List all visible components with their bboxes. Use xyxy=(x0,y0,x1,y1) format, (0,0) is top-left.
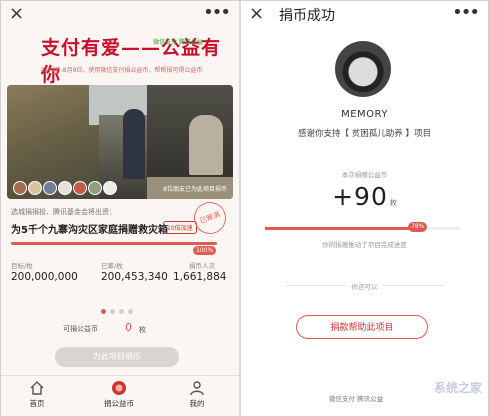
carousel-dot[interactable] xyxy=(128,309,133,314)
friend-avatar xyxy=(13,181,27,195)
donation-success-panel: × 捐币成功 ••• MEMORY 感谢你支持【 贫困孤儿助养 】项目 本次捐赠… xyxy=(241,1,488,416)
project-progress-badge: 78% xyxy=(408,222,428,232)
donated-coins-amount: +90 枚 xyxy=(241,182,488,211)
username: MEMORY xyxy=(341,109,388,120)
donated-coins-value: +90 xyxy=(332,182,388,211)
photo-person xyxy=(123,109,145,179)
carousel-dot-active[interactable] xyxy=(101,309,106,314)
friend-avatar xyxy=(43,181,57,195)
bottom-tab-bar: 首页 捐公益币 我的 xyxy=(1,375,239,416)
separator-text: 你还可以 xyxy=(351,283,378,291)
right-top-bar: × 捐币成功 ••• xyxy=(241,1,488,29)
page-title: 捐币成功 xyxy=(279,8,335,24)
project-title[interactable]: 为5千个九寨沟灾区家庭捐赠救灾箱 xyxy=(11,221,168,236)
tab-donate-coins[interactable]: 捐公益币 xyxy=(89,380,149,409)
friend-avatars xyxy=(13,181,118,195)
project-progress-fill xyxy=(265,227,418,230)
raised-label: 已筹/枚 xyxy=(101,262,123,270)
goal-value: 200,000,000 xyxy=(11,271,78,283)
project-photo[interactable]: 8位朋友已为此项目捐币 xyxy=(7,85,233,199)
available-coins-label: 可捐公益币 xyxy=(63,325,98,333)
donated-coins-unit: 枚 xyxy=(389,199,397,207)
user-icon xyxy=(190,381,204,396)
home-icon xyxy=(30,381,44,395)
raised-value: 200,453,340 xyxy=(101,271,168,283)
avatar xyxy=(335,41,391,97)
donate-coins-button[interactable]: 为此项目捐币 xyxy=(55,347,179,367)
project-progress-badge: 100% xyxy=(193,246,217,255)
project-page-panel: × ••• 支付有爱——公益有你 微信支付 腾讯公益 8月9日-8月9日，使用微… xyxy=(1,1,239,416)
donate-money-button[interactable]: 捐款帮助此项目 xyxy=(296,315,428,339)
close-icon[interactable]: × xyxy=(249,4,264,24)
goal-label: 目标/枚 xyxy=(11,262,33,270)
friend-avatar xyxy=(103,181,117,195)
thanks-message: 感谢你支持【 贫困孤儿助养 】项目 xyxy=(298,129,431,139)
tab-home[interactable]: 首页 xyxy=(7,380,67,409)
speedup-tag: 10倍加速 xyxy=(163,221,197,234)
donated-coins-label: 本次捐赠公益币 xyxy=(341,171,388,179)
friend-avatar xyxy=(88,181,102,195)
watermark-logo: 系统之家 xyxy=(433,381,482,395)
friend-avatar xyxy=(28,181,42,195)
campaign-title: 支付有爱——公益有你 xyxy=(41,37,222,86)
tab-mine[interactable]: 我的 xyxy=(167,380,227,409)
more-icon[interactable]: ••• xyxy=(452,3,480,23)
friends-caption: 8位朋友已为此项目捐币 xyxy=(163,186,227,193)
screenshot-frame: × ••• 支付有爱——公益有你 微信支付 腾讯公益 8月9日-8月9日，使用微… xyxy=(0,0,489,417)
donors-value: 1,661,884 xyxy=(173,271,227,283)
campaign-banner: 支付有爱——公益有你 微信支付 腾讯公益 8月9日-8月9日，使用微信支付捐公益… xyxy=(1,23,239,86)
carousel-dot[interactable] xyxy=(119,309,124,314)
friend-avatar xyxy=(58,181,72,195)
project-progress-bar xyxy=(11,242,217,245)
more-icon[interactable]: ••• xyxy=(203,3,231,23)
footer-brand: 微信支付 腾讯公益 xyxy=(329,395,384,403)
progress-caption: 你的捐赠推动了项目完成进度 xyxy=(322,241,407,249)
campaign-brand: 微信支付 腾讯公益 xyxy=(153,39,203,46)
friend-avatar xyxy=(73,181,87,195)
tab-mine-label: 我的 xyxy=(189,399,205,408)
tab-donate-coins-label: 捐公益币 xyxy=(104,399,134,408)
tab-home-label: 首页 xyxy=(29,399,45,408)
project-pretext: 选城捐捐投、腾讯基金会将出资： xyxy=(11,208,116,216)
available-coins-value: 0 xyxy=(125,321,132,334)
close-icon[interactable]: × xyxy=(9,4,24,24)
photo-person xyxy=(189,115,223,175)
separator-line xyxy=(382,285,444,286)
donors-label: 捐币人次 xyxy=(189,262,215,270)
available-coins-unit: 枚 xyxy=(139,326,146,334)
coin-icon xyxy=(112,381,126,395)
carousel-dot[interactable] xyxy=(110,309,115,314)
campaign-subtitle: 8月9日-8月9日，使用微信支付捐公益币，帮帮捐可得公益币 xyxy=(41,67,203,74)
carousel-dots xyxy=(101,309,137,314)
